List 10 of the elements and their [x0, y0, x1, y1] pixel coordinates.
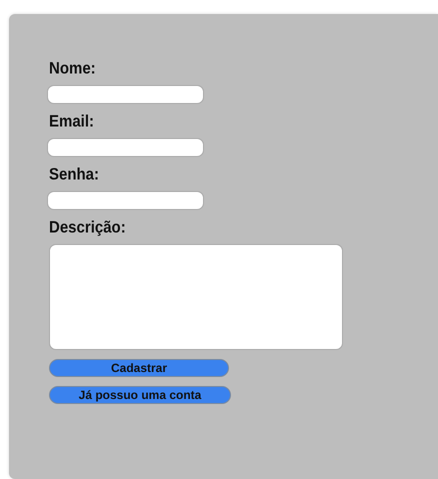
input-field[interactable]: [47, 138, 204, 157]
input-field[interactable]: [47, 191, 204, 210]
field-label: Descrição:: [49, 218, 127, 238]
field-label: Nome:: [49, 59, 97, 79]
field-label: Email:: [49, 112, 96, 132]
submit-button[interactable]: Cadastrar: [49, 359, 229, 377]
description-field[interactable]: [49, 244, 343, 350]
field-label: Senha:: [49, 165, 100, 185]
login-button[interactable]: Já possuo uma conta: [49, 386, 231, 404]
input-field[interactable]: [47, 85, 204, 104]
